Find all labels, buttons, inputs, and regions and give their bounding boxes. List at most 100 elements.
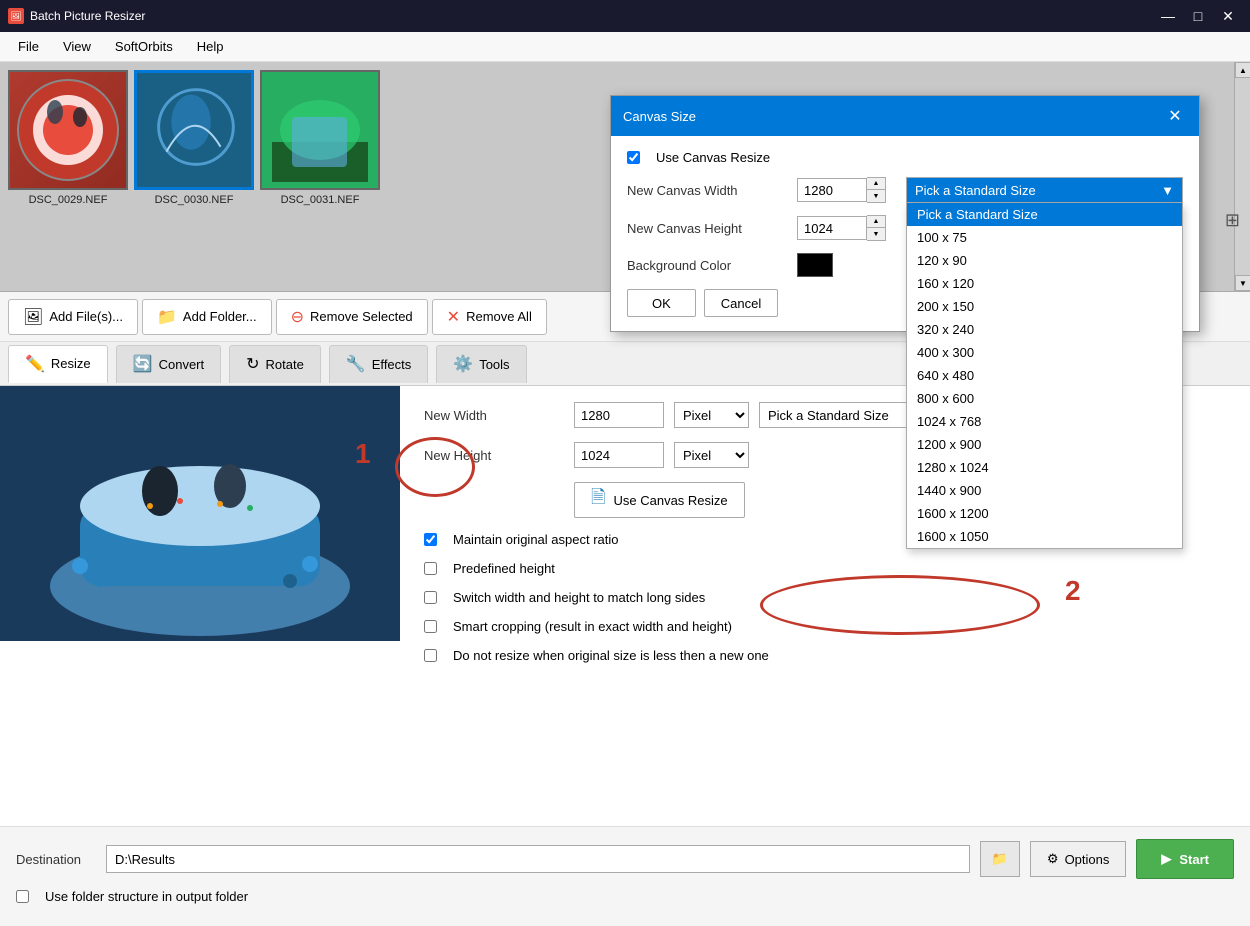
predefined-height-row: Predefined height (424, 561, 1226, 576)
menu-softorbits[interactable]: SoftOrbits (105, 35, 183, 58)
menu-bar: File View SoftOrbits Help (0, 32, 1250, 62)
maintain-aspect-checkbox[interactable] (424, 533, 437, 546)
effects-tab-icon: 🔧 (346, 354, 366, 374)
size-option-3[interactable]: 160 x 120 (907, 272, 1182, 295)
size-option-4[interactable]: 200 x 150 (907, 295, 1182, 318)
smart-crop-checkbox[interactable] (424, 620, 437, 633)
canvas-resize-button[interactable]: 🗎 Use Canvas Resize (574, 482, 745, 518)
thumb-label-1: DSC_0029.NEF (29, 194, 108, 206)
dropdown-arrow-icon: ▼ (1161, 183, 1174, 198)
canvas-icon: 🗎 (591, 485, 605, 515)
remove-selected-icon: ⊖ (291, 307, 304, 327)
dialog-ok-button[interactable]: OK (627, 289, 696, 317)
canvas-width-input[interactable] (797, 178, 867, 202)
tab-tools[interactable]: ⚙️ Tools (436, 345, 526, 383)
tools-tab-icon: ⚙️ (453, 354, 473, 374)
size-option-11[interactable]: 1280 x 1024 (907, 456, 1182, 479)
bg-color-label: Background Color (627, 258, 787, 273)
use-canvas-label: Use Canvas Resize (656, 150, 770, 165)
image-panel-scrollbar[interactable]: ▲ ▼ (1234, 62, 1250, 291)
app-icon: 🖼 (8, 8, 24, 24)
canvas-width-up[interactable]: ▲ (867, 178, 885, 190)
bg-color-swatch[interactable] (797, 253, 833, 277)
canvas-resize-label: Use Canvas Resize (613, 493, 727, 508)
canvas-height-up[interactable]: ▲ (867, 216, 885, 228)
minimize-button[interactable]: — (1154, 2, 1182, 30)
size-option-14[interactable]: 1600 x 1050 (907, 525, 1182, 548)
options-button[interactable]: ⚙ Options (1030, 841, 1126, 877)
add-folder-label: Add Folder... (183, 309, 257, 324)
image-thumb-2[interactable]: DSC_0030.NEF (134, 70, 254, 206)
standard-size-dropdown-header[interactable]: Pick a Standard Size ▼ (906, 177, 1183, 203)
tools-tab-label: Tools (479, 357, 509, 372)
close-button[interactable]: ✕ (1214, 2, 1242, 30)
folder-structure-row: Use folder structure in output folder (16, 889, 1234, 904)
thumb-label-2: DSC_0030.NEF (155, 194, 234, 206)
size-option-2[interactable]: 120 x 90 (907, 249, 1182, 272)
remove-selected-label: Remove Selected (310, 309, 413, 324)
standard-size-dropdown-list: Pick a Standard Size 100 x 75 120 x 90 1… (906, 203, 1183, 549)
title-bar: 🖼 Batch Picture Resizer — □ ✕ (0, 0, 1250, 32)
size-option-1[interactable]: 100 x 75 (907, 226, 1182, 249)
add-folder-icon: 📁 (157, 307, 177, 327)
tab-convert[interactable]: 🔄 Convert (116, 345, 221, 383)
use-canvas-checkbox[interactable] (627, 151, 640, 164)
size-option-13[interactable]: 1600 x 1200 (907, 502, 1182, 525)
width-unit-select[interactable]: Pixel Percent cm mm inch (674, 402, 749, 428)
size-option-7[interactable]: 640 x 480 (907, 364, 1182, 387)
size-option-10[interactable]: 1200 x 900 (907, 433, 1182, 456)
size-option-5[interactable]: 320 x 240 (907, 318, 1182, 341)
maximize-button[interactable]: □ (1184, 2, 1212, 30)
image-thumb-1[interactable]: DSC_0029.NEF (8, 70, 128, 206)
size-option-9[interactable]: 1024 x 768 (907, 410, 1182, 433)
remove-all-button[interactable]: ✕ Remove All (432, 299, 547, 335)
start-label: Start (1179, 852, 1209, 867)
height-unit-select[interactable]: Pixel Percent cm mm inch (674, 442, 749, 468)
dialog-close-button[interactable]: ✕ (1163, 104, 1187, 128)
tab-effects[interactable]: 🔧 Effects (329, 345, 428, 383)
canvas-height-down[interactable]: ▼ (867, 228, 885, 240)
destination-input[interactable] (106, 845, 970, 873)
maintain-aspect-label: Maintain original aspect ratio (453, 532, 618, 547)
convert-tab-icon: 🔄 (133, 354, 153, 374)
canvas-width-down[interactable]: ▼ (867, 190, 885, 202)
size-option-8[interactable]: 800 x 600 (907, 387, 1182, 410)
destination-row: Destination 📁 ⚙ Options ▶ Start (16, 839, 1234, 879)
add-files-button[interactable]: 🖼 Add File(s)... (8, 299, 138, 335)
image-thumb-3[interactable]: DSC_0031.NEF (260, 70, 380, 206)
start-button[interactable]: ▶ Start (1136, 839, 1234, 879)
large-preview (0, 386, 400, 641)
size-option-6[interactable]: 400 x 300 (907, 341, 1182, 364)
folder-structure-checkbox[interactable] (16, 890, 29, 903)
bottom-bar: Destination 📁 ⚙ Options ▶ Start Use fold… (0, 826, 1250, 926)
menu-file[interactable]: File (8, 35, 49, 58)
dialog-cancel-button[interactable]: Cancel (704, 289, 778, 317)
dropdown-selected-label: Pick a Standard Size (915, 183, 1036, 198)
switch-wh-checkbox[interactable] (424, 591, 437, 604)
tab-rotate[interactable]: ↻ Rotate (229, 345, 321, 383)
predefined-height-checkbox[interactable] (424, 562, 437, 575)
menu-help[interactable]: Help (187, 35, 234, 58)
browse-folder-button[interactable]: 📁 (980, 841, 1020, 877)
new-height-input[interactable] (574, 442, 664, 468)
grid-view-icon[interactable]: ⊞ (1225, 210, 1240, 231)
scroll-track (1235, 78, 1250, 275)
scroll-up-button[interactable]: ▲ (1235, 62, 1250, 78)
title-bar-left: 🖼 Batch Picture Resizer (8, 8, 145, 24)
new-width-label: New Width (424, 408, 564, 423)
canvas-height-input[interactable] (797, 216, 867, 240)
menu-view[interactable]: View (53, 35, 101, 58)
smart-crop-row: Smart cropping (result in exact width an… (424, 619, 1226, 634)
switch-wh-label: Switch width and height to match long si… (453, 590, 705, 605)
new-width-input[interactable] (574, 402, 664, 428)
add-files-label: Add File(s)... (49, 309, 123, 324)
tab-resize[interactable]: ✏️ Resize (8, 345, 108, 383)
add-folder-button[interactable]: 📁 Add Folder... (142, 299, 272, 335)
scroll-down-button[interactable]: ▼ (1235, 275, 1250, 291)
size-option-12[interactable]: 1440 x 900 (907, 479, 1182, 502)
do-not-resize-checkbox[interactable] (424, 649, 437, 662)
do-not-resize-row: Do not resize when original size is less… (424, 648, 1226, 663)
size-option-0[interactable]: Pick a Standard Size (907, 203, 1182, 226)
remove-selected-button[interactable]: ⊖ Remove Selected (276, 299, 428, 335)
app-title: Batch Picture Resizer (30, 9, 145, 23)
